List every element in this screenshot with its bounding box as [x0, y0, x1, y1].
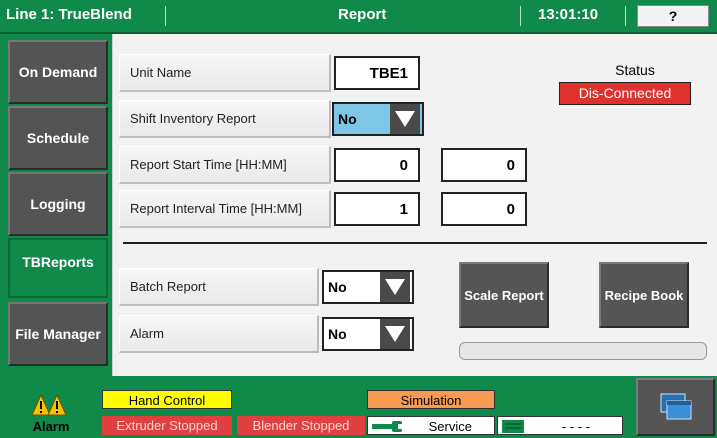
- dropdown-arrow-icon[interactable]: [380, 272, 410, 302]
- dropdown-arrow-icon[interactable]: [380, 319, 410, 349]
- interval-minutes-field[interactable]: 0: [441, 192, 527, 226]
- batch-report-select[interactable]: No: [322, 270, 414, 304]
- line-title: Line 1: TrueBlend: [6, 6, 132, 23]
- section-divider: [123, 242, 707, 244]
- shift-inventory-value: No: [338, 111, 357, 127]
- nav-schedule[interactable]: Schedule: [8, 106, 108, 170]
- scale-report-button[interactable]: Scale Report: [459, 262, 549, 328]
- interval-time-label: Report Interval Time [HH:MM]: [119, 190, 331, 228]
- clock-time: 13:01:10: [538, 6, 599, 23]
- nav-on-demand[interactable]: On Demand: [8, 40, 108, 104]
- shift-inventory-select[interactable]: No: [332, 102, 424, 136]
- alarm-button[interactable]: Alarm: [2, 378, 100, 436]
- interval-hours-field[interactable]: 1: [334, 192, 420, 226]
- simulation-indicator: Simulation: [367, 390, 495, 409]
- start-time-label: Report Start Time [HH:MM]: [119, 146, 331, 184]
- alarm-select[interactable]: No: [322, 317, 414, 351]
- nav-tbreports[interactable]: TBReports: [8, 238, 108, 298]
- dash-label: - - - -: [561, 419, 590, 434]
- progress-bar: [459, 342, 707, 360]
- alarm-value: No: [328, 326, 347, 342]
- report-panel: Unit Name TBE1 Shift Inventory Report No…: [112, 34, 717, 376]
- dropdown-arrow-icon[interactable]: [390, 104, 420, 134]
- unit-name-label: Unit Name: [119, 54, 331, 92]
- title-separator: [165, 6, 166, 26]
- blender-stopped-indicator: Blender Stopped: [237, 416, 365, 435]
- shift-inventory-label: Shift Inventory Report: [119, 100, 331, 138]
- service-indicator[interactable]: Service: [367, 416, 495, 435]
- nav-logging[interactable]: Logging: [8, 172, 108, 236]
- help-button[interactable]: ?: [637, 5, 709, 27]
- batch-report-label: Batch Report: [119, 268, 319, 306]
- title-bar: Line 1: TrueBlend Report 13:01:10 ?: [0, 0, 717, 34]
- batch-report-value: No: [328, 279, 347, 295]
- start-hours-field[interactable]: 0: [334, 148, 420, 182]
- hand-control-indicator: Hand Control: [102, 390, 232, 409]
- wrench-icon: [372, 421, 404, 432]
- status-title: Status: [615, 62, 655, 78]
- green-indicator-icon: [502, 420, 524, 433]
- warning-triangle-icon: [31, 393, 67, 416]
- bottom-status-bar: Alarm Hand Control Simulation Extruder S…: [0, 376, 717, 438]
- title-separator: [625, 6, 626, 26]
- unit-name-field[interactable]: TBE1: [334, 56, 420, 90]
- recipe-book-button[interactable]: Recipe Book: [599, 262, 689, 328]
- sidebar: On Demand Schedule Logging TBReports Fil…: [0, 34, 112, 376]
- title-separator: [520, 6, 521, 26]
- extruder-stopped-indicator: Extruder Stopped: [102, 416, 232, 435]
- service-label: Service: [428, 419, 472, 434]
- status-dash-indicator: - - - -: [497, 416, 623, 435]
- screen-title: Report: [338, 6, 387, 23]
- alarm-button-label: Alarm: [32, 419, 70, 434]
- start-minutes-field[interactable]: 0: [441, 148, 527, 182]
- alarm-label: Alarm: [119, 315, 319, 353]
- status-badge: Dis-Connected: [559, 82, 691, 105]
- window-switch-icon: [660, 393, 691, 420]
- nav-file-manager[interactable]: File Manager: [8, 302, 108, 366]
- screen-switch-button[interactable]: [636, 378, 715, 436]
